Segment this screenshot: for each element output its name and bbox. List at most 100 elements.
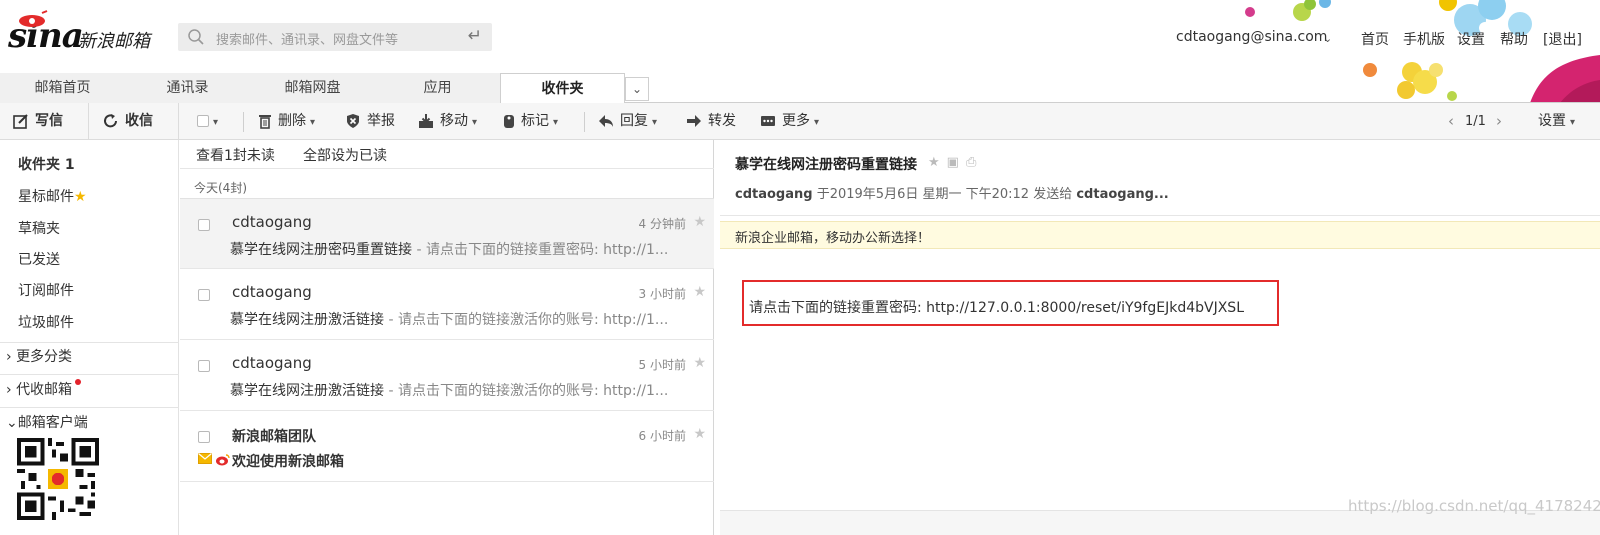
weibo-icon [216,454,230,466]
divider [0,407,179,408]
star-icon[interactable]: ★ [693,214,706,230]
row-checkbox[interactable] [198,289,210,301]
mail-sender: cdtaogang [232,213,312,231]
forward-button[interactable]: 转发 [686,103,736,140]
mail-sender: 新浪邮箱团队 [232,429,316,445]
print-icon[interactable]: ⎙ [966,155,983,170]
sidebar-item-drafts[interactable]: 草稿夹 [18,218,60,238]
row-checkbox[interactable] [198,219,210,231]
mail-subject: 慕学在线网注册密码重置链接 [230,242,412,258]
day-group-label: 今天(4封) [194,181,247,195]
sidebar-item-starred[interactable]: 星标邮件★ [18,186,87,206]
chevron-down-icon: ⌄ [6,415,18,431]
tab-inbox[interactable]: 收件夹 [500,73,625,104]
message-actions: ★▣⎙ [928,155,983,170]
tab-mail-home[interactable]: 邮箱首页 [0,73,125,103]
logo-eye-icon [19,10,48,27]
table-row[interactable]: cdtaogang 4 分钟前 ★ 慕学在线网注册密码重置链接 - 请点击下面的… [180,198,714,269]
sidebar-item-subscriptions[interactable]: 订阅邮件 [18,280,74,300]
more-button[interactable]: 更多 ▾ [760,103,819,140]
unread-envelope-icon [198,453,212,464]
mail-subject: 欢迎使用新浪邮箱 [232,454,344,470]
receive-button[interactable]: 收信 [89,103,179,140]
chevron-down-icon[interactable]: ▾ [213,117,218,128]
image-icon[interactable]: ▣ [947,155,966,170]
sina-logo[interactable]: sina 新浪邮箱 [8,10,150,56]
mail-subject: 慕学在线网注册激活链接 [230,312,384,328]
pager-text: 1/1 [1465,114,1486,129]
delete-button[interactable]: 删除 ▾ [258,103,315,140]
nav-mobile[interactable]: 手机版 [1403,29,1445,49]
sidebar-item-label: 星标邮件 [18,189,74,205]
mail-snippet: - 请点击下面的链接重置密码: http://1... [412,242,669,258]
compose-icon [13,114,28,129]
sidebar-item-label: 代收邮箱 [16,382,73,398]
mail-time: 5 小时前 [638,358,686,372]
tab-apps[interactable]: 应用 [375,73,500,103]
sidebar-proxy-inbox[interactable]: › 代收邮箱 [6,379,82,399]
nav-home[interactable]: 首页 [1361,29,1389,49]
table-row[interactable]: cdtaogang 3 小时前 ★ 慕学在线网注册激活链接 - 请点击下面的链接… [180,269,714,340]
settings-label: 设置 [1538,113,1566,129]
reply-button[interactable]: 回复 ▾ [598,103,657,140]
row-checkbox[interactable] [198,360,210,372]
move-button[interactable]: 移动 ▾ [418,103,477,140]
sidebar-more-categories[interactable]: › 更多分类 [6,346,72,366]
tab-contacts[interactable]: 通讯录 [125,73,250,103]
star-icon[interactable]: ★ [928,155,947,170]
search-input[interactable]: 搜索邮件、通讯录、网盘文件等 [216,29,398,48]
chevron-down-icon[interactable]: ⌄ [1323,32,1332,45]
write-button[interactable]: 写信 [0,103,89,140]
promo-notice: 新浪企业邮箱，移动办公新选择！ [720,221,1600,249]
prev-page-icon[interactable]: ‹ [1448,103,1454,140]
search-bar[interactable]: 搜索邮件、通讯录、网盘文件等 ↵ [178,23,492,51]
notification-dot [75,379,82,385]
tab-netdisk[interactable]: 邮箱网盘 [250,73,375,103]
nav-settings[interactable]: 设置 [1457,29,1485,49]
sidebar-item-label: 邮箱客户端 [17,415,88,431]
account-email[interactable]: cdtaogang@sina.com [1176,29,1327,45]
move-label: 移动 [440,113,468,129]
mark-button[interactable]: 标记 ▾ [503,103,558,140]
star-icon[interactable]: ★ [693,355,706,371]
reply-label: 回复 [620,113,648,129]
message-body[interactable]: 请点击下面的链接重置密码: http://127.0.0.1:8000/rese… [749,297,1244,317]
more-icon [761,116,775,126]
report-button[interactable]: 举报 [345,103,395,140]
divider [243,112,244,132]
promo-text[interactable]: 新浪企业邮箱，移动办公新选择！ [735,227,930,246]
header: sina 新浪邮箱 搜索邮件、通讯录、网盘文件等 ↵ cdtaogang@sin… [0,0,1600,103]
mail-subject: 慕学在线网注册激活链接 [230,383,384,399]
forward-label: 转发 [708,113,736,129]
star-icon[interactable]: ★ [693,426,706,442]
star-icon: ★ [74,189,87,205]
search-icon [188,29,204,45]
sidebar-mail-client[interactable]: ⌄邮箱客户端 [6,412,88,432]
sidebar-item-spam[interactable]: 垃圾邮件 [18,312,74,332]
settings-dropdown[interactable]: 设置 ▾ [1538,103,1575,140]
sidebar-item-inbox[interactable]: 收件夹 1 [18,154,75,174]
message-sender[interactable]: cdtaogang [735,187,813,202]
table-row[interactable]: cdtaogang 5 小时前 ★ 慕学在线网注册激活链接 - 请点击下面的链接… [180,340,714,411]
next-page-icon[interactable]: › [1496,103,1502,140]
checkbox-icon[interactable] [197,115,209,127]
shield-icon [347,114,359,128]
mark-all-read-link[interactable]: 全部设为已读 [303,145,387,165]
enter-icon[interactable]: ↵ [468,26,482,46]
nav-help[interactable]: 帮助 [1500,29,1528,49]
table-row[interactable]: 新浪邮箱团队 6 小时前 ★ 欢迎使用新浪邮箱 [180,411,714,482]
nav-logout[interactable]: [退出] [1543,29,1582,49]
select-all-checkbox[interactable]: ▾ [197,103,218,140]
star-icon[interactable]: ★ [693,284,706,300]
sidebar-item-sent[interactable]: 已发送 [18,249,60,269]
tag-icon [504,115,514,128]
message-recipient[interactable]: cdtaogang... [1076,187,1168,202]
chevron-right-icon: › [6,349,12,365]
tab-more-chevron-icon[interactable]: ⌄ [625,77,649,101]
mail-time: 6 小时前 [638,429,686,443]
divider [0,374,179,375]
view-unread-link[interactable]: 查看1封未读 [196,145,275,165]
mark-label: 标记 [521,113,549,129]
row-checkbox[interactable] [198,431,210,443]
divider [584,112,585,132]
